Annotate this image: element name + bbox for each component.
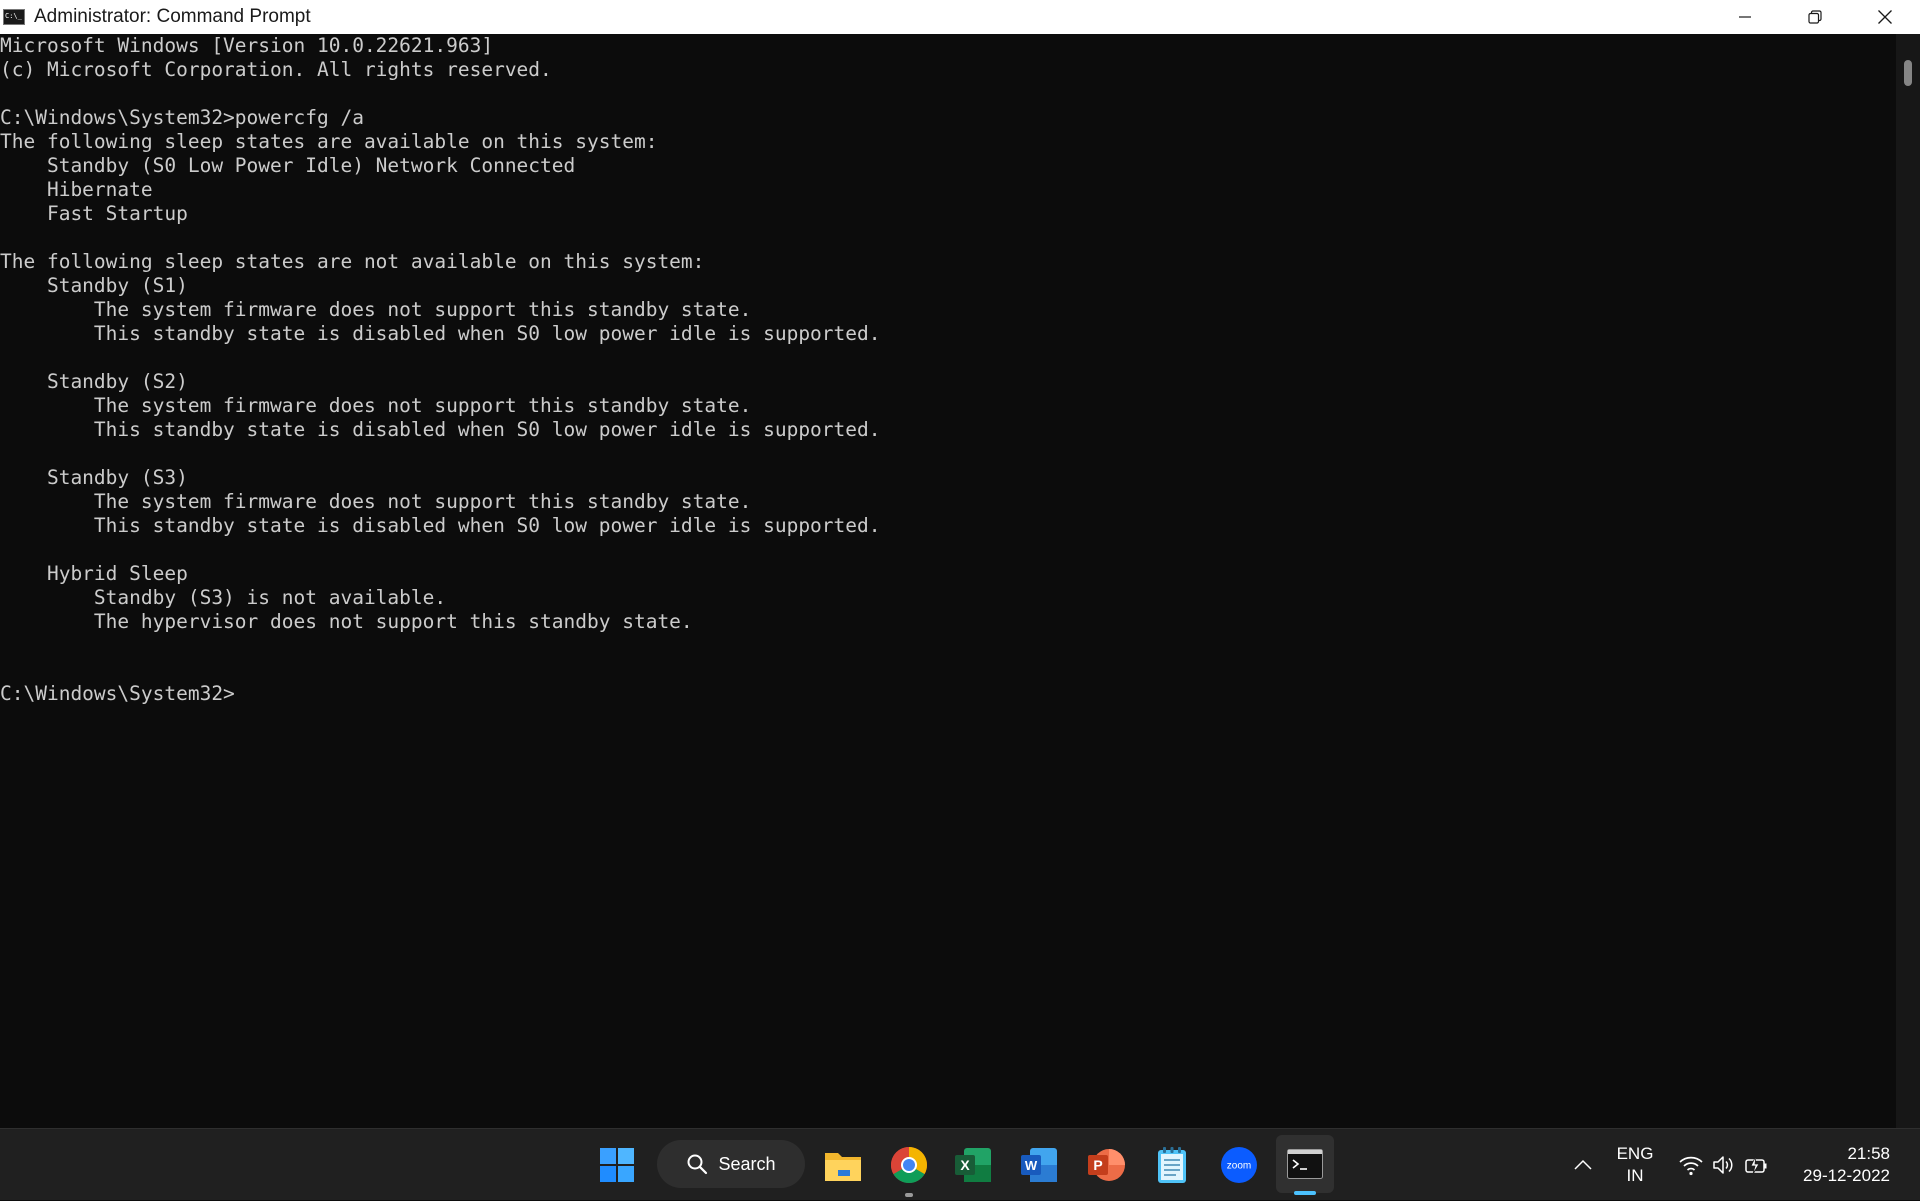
command-prompt-window: Administrator: Command Prompt Microsoft … <box>0 0 1920 1128</box>
taskbar: Search X W P zoom ENG IN 21:58 29-12-202… <box>0 1128 1920 1200</box>
command-prompt-icon <box>1287 1149 1323 1179</box>
title-bar[interactable]: Administrator: Command Prompt <box>0 0 1920 34</box>
clock-date: 29-12-2022 <box>1803 1166 1890 1185</box>
svg-text:W: W <box>1025 1158 1038 1173</box>
console-line: Hybrid Sleep <box>0 562 188 585</box>
minimize-icon <box>1739 16 1751 18</box>
console-line: Standby (S3) is not available. <box>0 586 447 609</box>
restore-icon <box>1808 10 1822 24</box>
console-line: The system firmware does not support thi… <box>0 490 752 513</box>
console-line: Fast Startup <box>0 202 188 225</box>
taskbar-search[interactable]: Search <box>657 1140 805 1188</box>
console-line: Microsoft Windows [Version 10.0.22621.96… <box>0 34 494 57</box>
window-title: Administrator: Command Prompt <box>34 6 311 27</box>
zoom-icon: zoom <box>1221 1147 1257 1183</box>
running-indicator <box>905 1193 913 1197</box>
word-icon: W <box>1021 1148 1057 1182</box>
active-indicator <box>1294 1191 1316 1195</box>
battery-charging-icon <box>1745 1155 1767 1175</box>
console-line: C:\Windows\System32> <box>0 682 235 705</box>
console-output[interactable]: Microsoft Windows [Version 10.0.22621.96… <box>0 34 1896 1128</box>
taskbar-app-file-explorer[interactable] <box>815 1129 871 1201</box>
volume-icon <box>1713 1156 1733 1174</box>
console-line: The following sleep states are available… <box>0 130 658 153</box>
powerpoint-icon: P <box>1088 1149 1125 1181</box>
console-line: The following sleep states are not avail… <box>0 250 705 273</box>
console-line: This standby state is disabled when S0 l… <box>0 514 881 537</box>
scrollbar-thumb[interactable] <box>1904 60 1912 86</box>
svg-text:P: P <box>1093 1157 1102 1173</box>
console-line: The hypervisor does not support this sta… <box>0 610 693 633</box>
excel-icon: X <box>955 1148 991 1182</box>
file-explorer-icon <box>825 1153 861 1181</box>
close-button[interactable] <box>1850 0 1920 34</box>
console-line: Standby (S2) <box>0 370 188 393</box>
quick-settings-button[interactable] <box>1674 1129 1774 1201</box>
clock-button[interactable]: 21:58 29-12-2022 <box>1790 1129 1890 1201</box>
taskbar-app-excel[interactable]: X <box>945 1129 1001 1201</box>
start-button[interactable] <box>589 1129 645 1201</box>
svg-text:X: X <box>960 1157 970 1173</box>
taskbar-app-zoom[interactable]: zoom <box>1211 1129 1267 1201</box>
console-line: (c) Microsoft Corporation. All rights re… <box>0 58 552 81</box>
show-hidden-icons-button[interactable] <box>1570 1129 1596 1201</box>
console-line: The system firmware does not support thi… <box>0 298 752 321</box>
language-code: ENG <box>1616 1144 1654 1163</box>
taskbar-app-chrome[interactable] <box>881 1129 937 1201</box>
console-line: C:\Windows\System32>powercfg /a <box>0 106 364 129</box>
console-text[interactable]: Microsoft Windows [Version 10.0.22621.96… <box>0 34 1896 706</box>
minimize-button[interactable] <box>1710 0 1780 34</box>
window-controls <box>1710 0 1920 34</box>
start-icon <box>600 1148 634 1182</box>
close-icon <box>1878 10 1892 24</box>
chevron-up-icon <box>1574 1159 1592 1170</box>
taskbar-app-powerpoint[interactable]: P <box>1078 1129 1134 1201</box>
taskbar-app-word[interactable]: W <box>1011 1129 1067 1201</box>
clock-time: 21:58 <box>1847 1144 1890 1163</box>
chrome-icon <box>890 1147 928 1184</box>
console-line: Standby (S1) <box>0 274 188 297</box>
notepad-icon <box>1158 1147 1186 1183</box>
console-line: This standby state is disabled when S0 l… <box>0 322 881 345</box>
taskbar-app-command-prompt[interactable] <box>1276 1135 1334 1195</box>
search-icon <box>687 1154 708 1175</box>
taskbar-app-notepad[interactable] <box>1144 1129 1200 1201</box>
console-line: Standby (S3) <box>0 466 188 489</box>
console-line: The system firmware does not support thi… <box>0 394 752 417</box>
restore-button[interactable] <box>1780 0 1850 34</box>
vertical-scrollbar[interactable] <box>1896 34 1920 1128</box>
region-code: IN <box>1626 1166 1644 1185</box>
input-language-indicator[interactable]: ENG IN <box>1610 1129 1660 1201</box>
command-prompt-icon[interactable] <box>3 9 25 25</box>
console-line: This standby state is disabled when S0 l… <box>0 418 881 441</box>
search-label: Search <box>718 1153 776 1174</box>
wifi-icon <box>1679 1156 1703 1176</box>
svg-text:zoom: zoom <box>1227 1161 1251 1172</box>
console-line: Hibernate <box>0 178 153 201</box>
console-line: Standby (S0 Low Power Idle) Network Conn… <box>0 154 576 177</box>
